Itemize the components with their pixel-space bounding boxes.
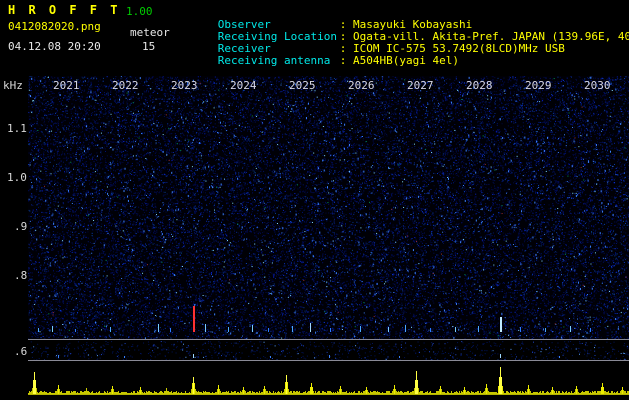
meteor-echo-tick bbox=[292, 326, 293, 332]
meteor-echo-tick bbox=[500, 317, 502, 332]
meteor-echo-tick bbox=[205, 324, 206, 332]
mode-label: meteor bbox=[130, 26, 170, 39]
strip-tick bbox=[399, 356, 400, 358]
meteor-echo-tick bbox=[75, 329, 76, 332]
strip-tick bbox=[500, 354, 501, 358]
meteor-echo-tick bbox=[520, 327, 521, 332]
info-row-antenna: Receiving antenna: A504HB(yagi 4el) bbox=[178, 41, 459, 80]
separator-line-top bbox=[28, 339, 629, 340]
detection-strip-ticks bbox=[28, 341, 629, 360]
frequency-axis: kHz 1.1 1.0 .9 .8 .6 bbox=[0, 0, 28, 400]
meteor-echo-tick bbox=[38, 328, 39, 332]
info-sep: : bbox=[339, 54, 353, 67]
meteor-echo-tick bbox=[310, 323, 311, 332]
signal-level-graph bbox=[28, 361, 629, 396]
meteor-echo-tick bbox=[570, 326, 571, 332]
meteor-echo-tick bbox=[405, 325, 406, 332]
meteor-echo-tick bbox=[228, 327, 229, 332]
strip-tick bbox=[193, 354, 194, 358]
info-label-antenna: Receiving antenna bbox=[217, 54, 331, 67]
meteor-echo-tick bbox=[193, 306, 195, 332]
meteor-echo-tick bbox=[252, 325, 253, 332]
info-value-antenna: A504HB(yagi 4el) bbox=[353, 54, 459, 67]
freq-tick-label: 1.1 bbox=[7, 122, 27, 135]
meteor-echo-tick bbox=[330, 328, 331, 332]
strip-tick bbox=[559, 356, 560, 358]
meteor-echo-tick bbox=[430, 328, 431, 332]
meteor-echo-tick bbox=[268, 328, 269, 332]
meteor-echo-tick bbox=[388, 327, 389, 332]
meteor-echo-tick bbox=[478, 326, 479, 332]
meteor-echo-tick bbox=[52, 326, 53, 332]
meteor-echo-tick bbox=[158, 324, 159, 332]
freq-tick-label: .6 bbox=[14, 345, 28, 358]
hrofft-screen: H R O F F T 1.00 0412082020.png meteor 0… bbox=[0, 0, 629, 400]
meteor-echo-tick bbox=[360, 326, 361, 332]
strip-tick bbox=[329, 355, 330, 358]
freq-tick-label: .8 bbox=[14, 269, 28, 282]
app-version: 1.00 bbox=[126, 5, 153, 18]
freq-tick-label: kHz bbox=[3, 79, 23, 92]
meteor-echo-tick bbox=[590, 328, 591, 332]
strip-tick bbox=[270, 356, 271, 358]
strip-tick bbox=[58, 355, 59, 358]
meteor-echo-tick bbox=[170, 328, 171, 332]
meteor-echo-tick bbox=[455, 327, 456, 332]
echo-count: 15 bbox=[142, 40, 156, 53]
freq-tick-label: .9 bbox=[14, 220, 28, 233]
strip-tick bbox=[124, 356, 125, 358]
meteor-echo-tick bbox=[110, 327, 111, 332]
meteor-echo-tick bbox=[545, 328, 546, 332]
meteor-echo-marks bbox=[28, 76, 629, 340]
freq-tick-label: 1.0 bbox=[7, 171, 27, 184]
